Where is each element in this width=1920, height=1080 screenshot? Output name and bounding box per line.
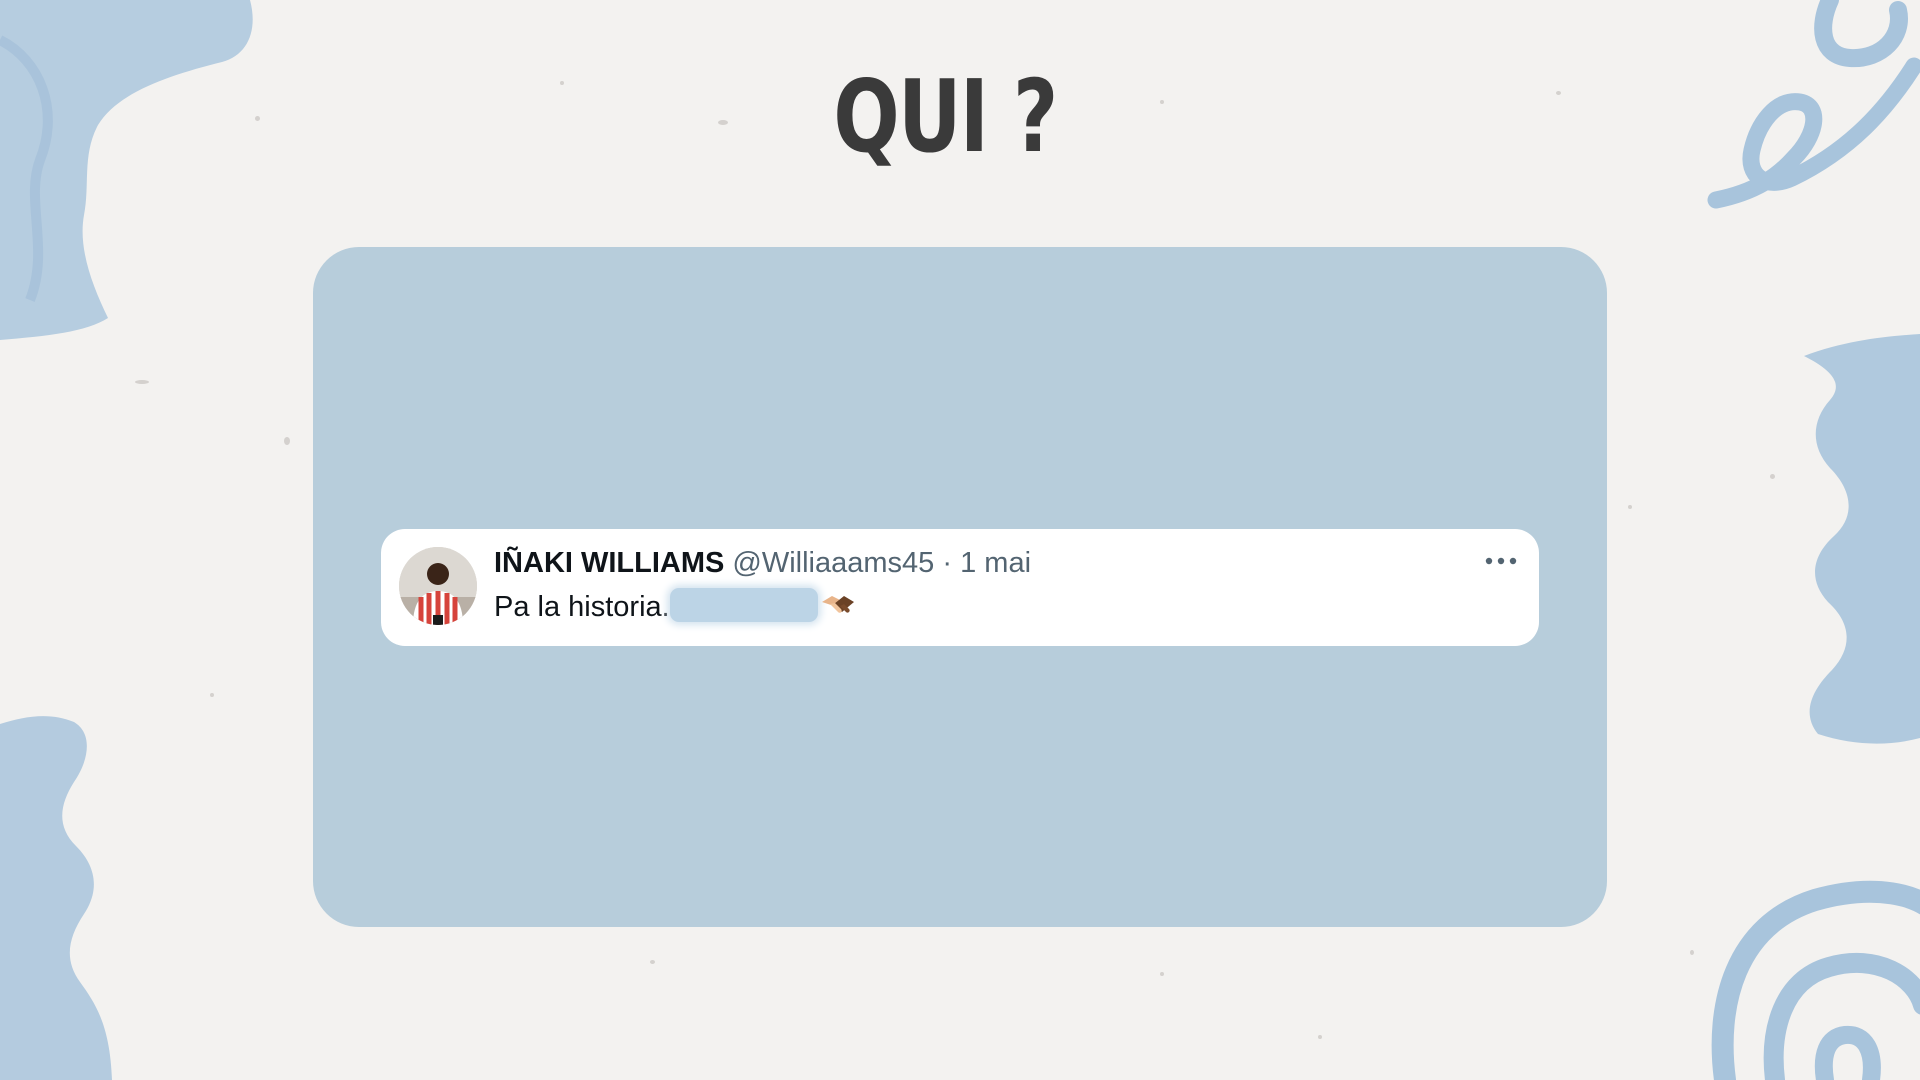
handshake-icon xyxy=(821,596,854,614)
decoration-spiral-bottom-right xyxy=(1711,880,1920,1080)
decoration-squiggle-top-right xyxy=(1707,0,1920,209)
tweet-body: Pa la historia. xyxy=(494,588,856,625)
paper-speck xyxy=(1160,972,1164,976)
more-options-button[interactable] xyxy=(1481,551,1521,571)
tweet-text: Pa la historia. xyxy=(494,591,670,623)
tweet-date[interactable]: 1 mai xyxy=(960,547,1031,579)
header-separator: · xyxy=(942,547,953,579)
paper-speck xyxy=(1628,505,1632,509)
more-dots-icon xyxy=(1485,557,1517,565)
paper-speck xyxy=(1318,1035,1322,1039)
author-name[interactable]: IÑAKI WILLIAMS xyxy=(494,547,724,579)
avatar-photo-icon xyxy=(399,547,477,625)
paper-speck xyxy=(284,437,290,445)
slide-title: QUI ? xyxy=(833,58,1058,175)
author-handle[interactable]: @Williaaams45 xyxy=(732,547,934,579)
tweet-card[interactable]: IÑAKI WILLIAMS @Williaaams45 · 1 mai Pa … xyxy=(381,529,1539,646)
avatar[interactable] xyxy=(399,547,477,625)
paper-speck xyxy=(135,380,149,384)
redacted-blur xyxy=(669,588,818,623)
decoration-wavy-bottom-left xyxy=(0,716,112,1080)
paper-speck xyxy=(1690,950,1694,955)
paper-speck xyxy=(650,960,655,964)
decoration-wavy-right xyxy=(1804,334,1920,744)
paper-speck xyxy=(1770,474,1775,479)
tweet-header: IÑAKI WILLIAMS @Williaaams45 · 1 mai xyxy=(494,545,1031,581)
paper-speck xyxy=(210,693,214,697)
